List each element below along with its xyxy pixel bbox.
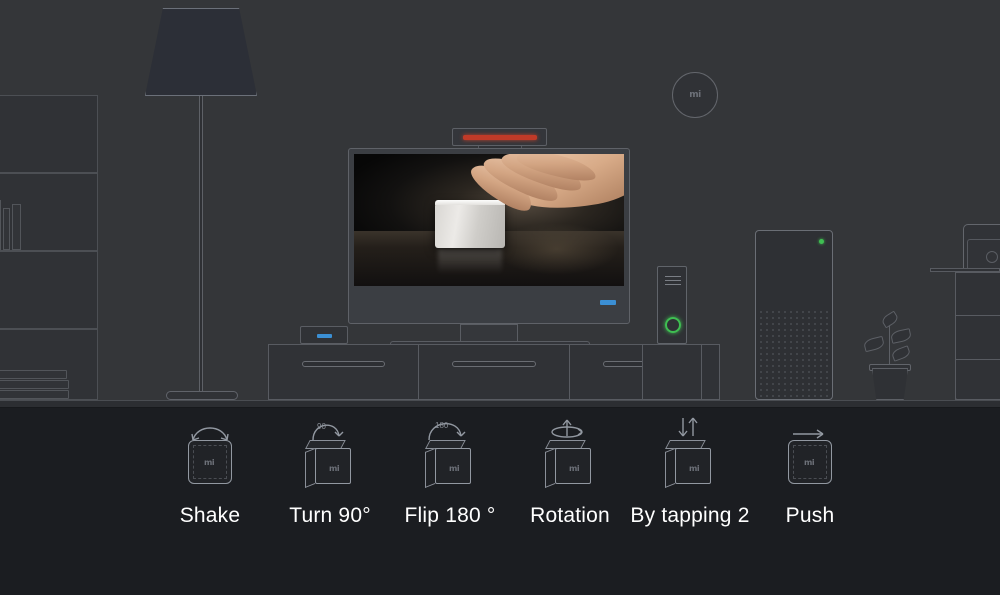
mi-logo-icon: mi bbox=[689, 90, 701, 100]
plant-leaf bbox=[890, 345, 912, 362]
drawer-handle bbox=[301, 361, 386, 367]
cube-left-face bbox=[305, 448, 315, 489]
bookshelf bbox=[0, 95, 98, 400]
bookshelf-cell bbox=[0, 173, 98, 251]
cube-3d-spin-icon: mi bbox=[527, 418, 613, 490]
floor-lamp-pole bbox=[199, 96, 203, 396]
mi-logo-icon: mi bbox=[569, 464, 580, 473]
potted-plant bbox=[858, 306, 920, 400]
gesture-label: Flip 180 ° bbox=[404, 504, 496, 527]
floor-lamp-base bbox=[166, 391, 238, 400]
gesture-item-turn-90[interactable]: 90 mi Turn 90° bbox=[270, 418, 390, 528]
cube-flat-arc-icon: mi bbox=[167, 418, 253, 490]
cabinet-drawer[interactable] bbox=[268, 344, 420, 400]
router-vent-line bbox=[665, 280, 681, 281]
tv-photo-cube-reflection bbox=[437, 247, 503, 275]
cube-left-face bbox=[425, 448, 435, 489]
gesture-label: Rotation bbox=[530, 504, 610, 527]
tv-screen[interactable] bbox=[354, 154, 624, 286]
tv-photo-glow bbox=[494, 222, 619, 276]
tv-photo-cube-top bbox=[435, 199, 506, 205]
stacked-book bbox=[0, 370, 67, 379]
router-vent-line bbox=[665, 284, 681, 285]
gesture-item-shake[interactable]: mi Shake bbox=[150, 418, 270, 528]
turn-arc-arrow-icon bbox=[312, 424, 344, 441]
bookshelf-cell bbox=[0, 95, 98, 173]
tv-power-led bbox=[600, 300, 616, 305]
cube-3d-tap-icon: mi bbox=[647, 417, 733, 490]
camera-bar bbox=[452, 128, 547, 146]
mi-logo-icon: mi bbox=[329, 464, 340, 473]
turn-angle-badge: 90 bbox=[317, 422, 326, 431]
stacked-book bbox=[0, 390, 69, 399]
wall-sensor: mi bbox=[672, 72, 718, 118]
book bbox=[3, 208, 10, 250]
book bbox=[12, 204, 21, 250]
tv-stand-neck bbox=[460, 324, 518, 342]
cube-3d-arc-icon: 90 mi bbox=[287, 418, 373, 490]
tall-speaker-grille bbox=[758, 309, 830, 397]
gesture-panel: mi Shake 90 mi Turn 90° 180 mi Flip 180 … bbox=[0, 408, 1000, 595]
router-status-ring bbox=[665, 317, 681, 333]
cube-glyph: mi bbox=[788, 440, 832, 484]
gesture-label: Turn 90° bbox=[289, 504, 371, 527]
gesture-item-flip-180[interactable]: 180 mi Flip 180 ° bbox=[390, 418, 510, 528]
gesture-item-rotation[interactable]: mi Rotation bbox=[510, 418, 630, 528]
flip-angle-badge: 180 bbox=[435, 421, 449, 430]
gesture-item-tap-twice[interactable]: mi By tapping 2 bbox=[630, 417, 750, 528]
room-illustration: mi bbox=[0, 0, 1000, 408]
cube-3d-arc-icon: 180 mi bbox=[407, 418, 493, 490]
cube-left-face bbox=[545, 448, 555, 489]
appliance-knob bbox=[986, 251, 998, 263]
bookshelf-cell bbox=[0, 329, 98, 400]
gesture-label: By tapping 2 bbox=[630, 504, 750, 527]
push-arrow-icon bbox=[793, 429, 824, 439]
floor-lamp-shade bbox=[145, 8, 257, 96]
tv-photo-white-cube bbox=[435, 202, 506, 248]
router-vent-line bbox=[665, 276, 681, 277]
cabinet-drawer[interactable] bbox=[419, 344, 570, 400]
router-tower bbox=[657, 266, 687, 344]
mi-logo-icon: mi bbox=[804, 458, 815, 467]
tall-speaker-led bbox=[819, 239, 824, 244]
cube-glyph: mi bbox=[425, 440, 471, 489]
cube-glyph: mi bbox=[305, 440, 351, 489]
gesture-item-push[interactable]: mi Push bbox=[750, 418, 870, 528]
cube-left-face bbox=[665, 448, 675, 489]
gesture-label: Push bbox=[785, 504, 835, 527]
tap-arrows-icon bbox=[678, 417, 698, 437]
camera-led-indicator bbox=[463, 135, 537, 140]
tv-bezel-chin bbox=[354, 291, 626, 319]
mi-logo-icon: mi bbox=[449, 464, 460, 473]
side-cabinet-shelf bbox=[956, 315, 1000, 316]
plant-leaf bbox=[889, 328, 913, 344]
plant-leaf bbox=[880, 310, 900, 329]
cube-glyph: mi bbox=[188, 440, 232, 484]
cube-flat-push-icon: mi bbox=[767, 418, 853, 490]
mi-logo-icon: mi bbox=[204, 458, 215, 467]
tall-speaker bbox=[755, 230, 833, 400]
gesture-list: mi Shake 90 mi Turn 90° 180 mi Flip 180 … bbox=[150, 417, 870, 578]
flip-arc-arrow-icon bbox=[428, 422, 466, 441]
set-top-box-led bbox=[317, 334, 332, 338]
set-top-box bbox=[300, 326, 348, 344]
plant-stem bbox=[889, 322, 890, 368]
cube-glyph: mi bbox=[545, 440, 591, 489]
plant-leaf bbox=[862, 335, 886, 353]
screenshot-stage: mi mi Shake 90 mi Turn 90° 180 mi Flip 1… bbox=[0, 0, 1000, 595]
stacked-book bbox=[0, 380, 69, 389]
plant-pot bbox=[872, 368, 908, 400]
router-pedestal bbox=[642, 344, 702, 400]
side-cabinet-shelf bbox=[956, 359, 1000, 360]
side-cabinet bbox=[955, 272, 1000, 400]
book bbox=[0, 200, 1, 250]
mi-logo-icon: mi bbox=[689, 464, 700, 473]
drawer-handle bbox=[452, 361, 536, 367]
bookshelf-cell bbox=[0, 251, 98, 329]
gesture-label: Shake bbox=[179, 504, 241, 527]
television[interactable] bbox=[348, 148, 630, 324]
cube-glyph: mi bbox=[665, 440, 711, 489]
